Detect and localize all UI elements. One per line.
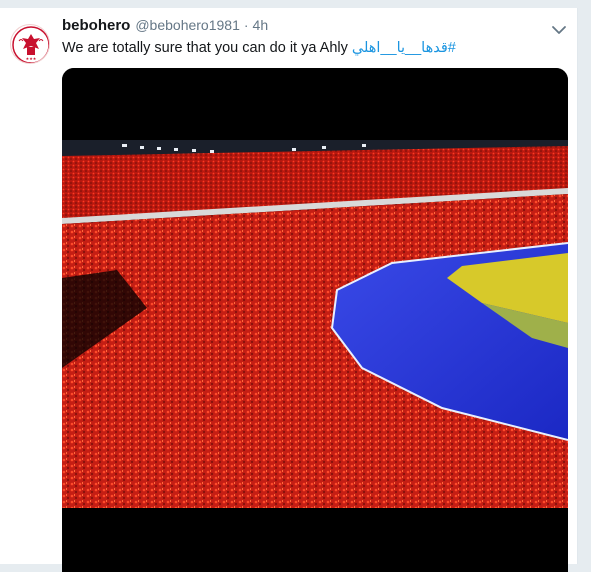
tweet-timestamp[interactable]: 4h — [253, 17, 269, 33]
separator-dot: · — [243, 17, 249, 33]
hashtag-link[interactable]: #قدها__يا__اهلي — [352, 40, 456, 56]
svg-text:★★★: ★★★ — [26, 56, 37, 61]
tweet-card[interactable]: ★★★ bebohero @bebohero1981 · 4h We are t… — [0, 8, 578, 572]
stadium-crowd-image — [62, 68, 568, 572]
chevron-down-icon — [552, 26, 566, 34]
tweet-menu-button[interactable] — [549, 20, 569, 40]
user-handle[interactable]: @bebohero1981 — [135, 17, 240, 33]
tweet-body: We are totally sure that you can do it y… — [62, 40, 348, 56]
tweet-header: bebohero @bebohero1981 · 4h — [62, 17, 268, 37]
tweet-media[interactable] — [62, 68, 568, 572]
avatar[interactable]: ★★★ — [10, 24, 50, 64]
display-name[interactable]: bebohero — [62, 17, 130, 34]
tweet-text: We are totally sure that you can do it y… — [62, 40, 456, 56]
al-ahly-logo: ★★★ — [12, 26, 49, 63]
